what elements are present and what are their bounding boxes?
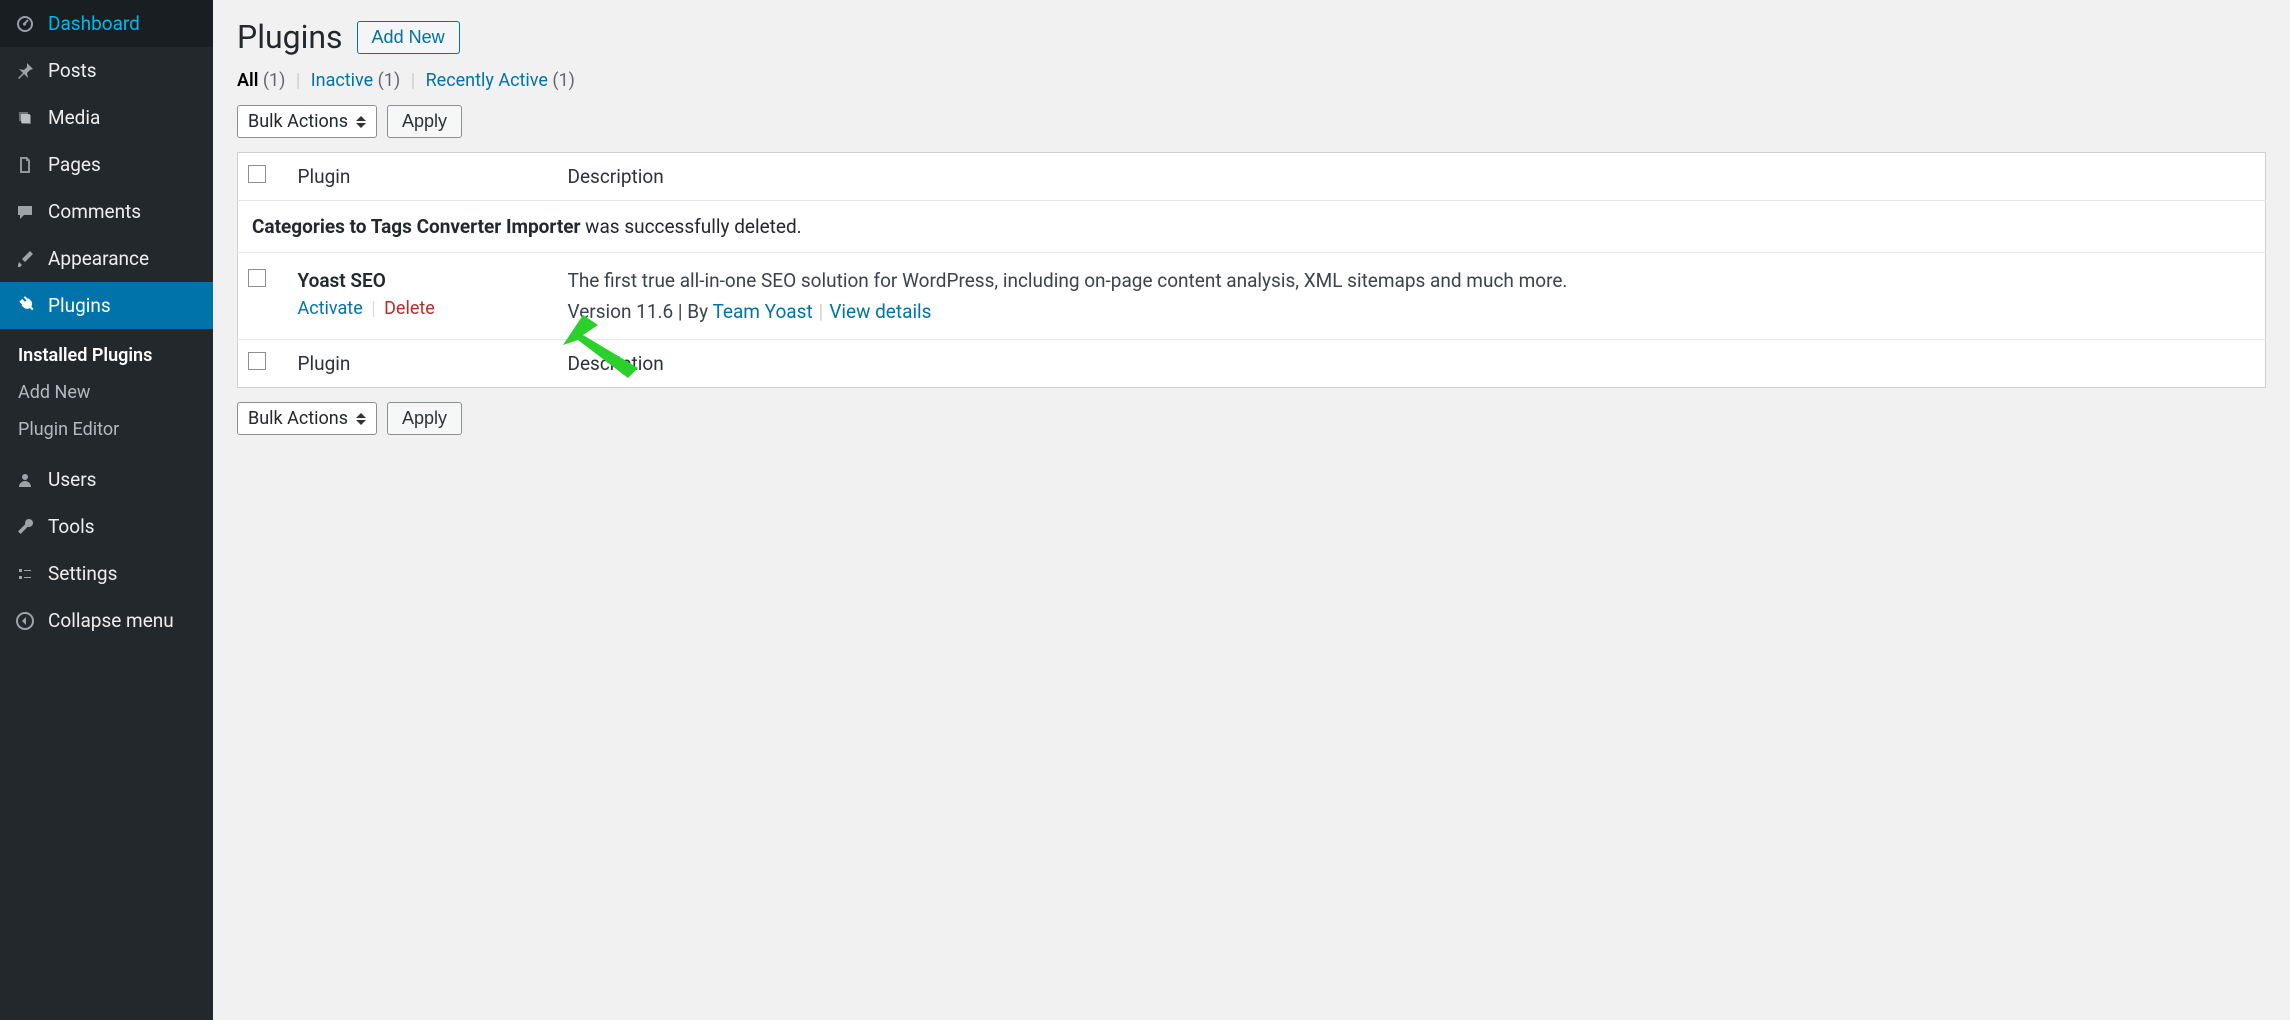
sidebar-item-dashboard[interactable]: Dashboard <box>0 0 213 47</box>
bulk-actions-label: Bulk Actions <box>248 111 348 132</box>
submenu-plugin-editor[interactable]: Plugin Editor <box>0 411 213 448</box>
sidebar-item-label: Dashboard <box>48 12 140 35</box>
filter-all-count: (1) <box>263 70 286 91</box>
plugin-icon <box>14 295 36 317</box>
select-all-checkbox-bottom[interactable] <box>248 352 266 370</box>
sidebar-item-label: Plugins <box>48 294 111 317</box>
sidebar-item-appearance[interactable]: Appearance <box>0 235 213 282</box>
plugin-row: Yoast SEO Activate | Delete The first tr… <box>238 253 2266 340</box>
sidebar-submenu-plugins: Installed Plugins Add New Plugin Editor <box>0 329 213 456</box>
sidebar-item-label: Media <box>48 106 100 129</box>
submenu-add-new[interactable]: Add New <box>0 374 213 411</box>
filter-inactive[interactable]: Inactive <box>311 70 373 91</box>
filter-recently-active[interactable]: Recently Active <box>426 70 548 91</box>
page-heading: Plugins Add New <box>237 18 2266 56</box>
add-new-button[interactable]: Add New <box>357 21 460 54</box>
select-caret-icon <box>356 116 366 128</box>
column-plugin-header: Plugin <box>288 153 558 201</box>
comments-icon <box>14 201 36 223</box>
sidebar-item-label: Comments <box>48 200 141 223</box>
sidebar-item-label: Appearance <box>48 247 149 270</box>
view-details-link[interactable]: View details <box>829 300 931 323</box>
submenu-installed-plugins[interactable]: Installed Plugins <box>0 337 213 374</box>
apply-button-bottom[interactable]: Apply <box>387 402 462 435</box>
sidebar-item-label: Posts <box>48 59 97 82</box>
pages-icon <box>14 154 36 176</box>
sidebar-item-label: Users <box>48 468 96 491</box>
notice-text: was successfully deleted. <box>580 215 801 238</box>
sidebar-item-media[interactable]: Media <box>0 94 213 141</box>
sidebar-item-collapse[interactable]: Collapse menu <box>0 597 213 644</box>
sidebar-item-label: Tools <box>48 515 95 538</box>
plugins-table: Plugin Description Categories to Tags Co… <box>237 152 2266 388</box>
bulk-actions-select-bottom[interactable]: Bulk Actions <box>237 402 377 435</box>
collapse-icon <box>14 610 36 632</box>
select-caret-icon <box>356 413 366 425</box>
deletion-notice-row: Categories to Tags Converter Importer wa… <box>238 201 2266 253</box>
column-description-header: Description <box>558 153 2266 201</box>
pin-icon <box>14 60 36 82</box>
sidebar-item-posts[interactable]: Posts <box>0 47 213 94</box>
dashboard-icon <box>14 13 36 35</box>
settings-icon <box>14 563 36 585</box>
sidebar-item-users[interactable]: Users <box>0 456 213 503</box>
sidebar-item-settings[interactable]: Settings <box>0 550 213 597</box>
brush-icon <box>14 248 36 270</box>
plugin-name: Yoast SEO <box>298 269 548 292</box>
notice-plugin-name: Categories to Tags Converter Importer <box>252 215 580 238</box>
sidebar-item-label: Pages <box>48 153 101 176</box>
plugin-checkbox[interactable] <box>248 269 266 287</box>
apply-button[interactable]: Apply <box>387 105 462 138</box>
delete-link[interactable]: Delete <box>384 298 435 319</box>
bulk-action-bar-bottom: Bulk Actions Apply <box>237 402 2266 435</box>
sidebar-item-tools[interactable]: Tools <box>0 503 213 550</box>
plugin-row-actions: Activate | Delete <box>298 298 548 319</box>
filter-all[interactable]: All <box>237 70 258 91</box>
users-icon <box>14 469 36 491</box>
filter-recent-count: (1) <box>552 70 575 91</box>
column-description-footer: Description <box>558 340 2266 388</box>
page-title: Plugins <box>237 18 343 56</box>
media-icon <box>14 107 36 129</box>
plugin-description: The first true all-in-one SEO solution f… <box>568 269 2256 292</box>
filter-inactive-count: (1) <box>378 70 401 91</box>
plugin-meta: Version 11.6 | By Team Yoast|View detail… <box>568 300 2256 323</box>
sidebar-item-label: Settings <box>48 562 117 585</box>
admin-sidebar: Dashboard Posts Media Pages Comments App… <box>0 0 213 1020</box>
main-content: Plugins Add New All (1) | Inactive (1) |… <box>213 0 2290 1020</box>
sidebar-item-plugins[interactable]: Plugins <box>0 282 213 329</box>
plugin-version-by: Version 11.6 | By <box>568 300 713 323</box>
bulk-actions-label: Bulk Actions <box>248 408 348 429</box>
wrench-icon <box>14 516 36 538</box>
bulk-actions-select[interactable]: Bulk Actions <box>237 105 377 138</box>
column-plugin-footer: Plugin <box>288 340 558 388</box>
sidebar-item-label: Collapse menu <box>48 609 174 632</box>
activate-link[interactable]: Activate <box>298 298 363 319</box>
bulk-action-bar-top: Bulk Actions Apply <box>237 105 2266 138</box>
select-all-checkbox-top[interactable] <box>248 165 266 183</box>
sidebar-item-comments[interactable]: Comments <box>0 188 213 235</box>
plugin-status-filters: All (1) | Inactive (1) | Recently Active… <box>237 70 2266 91</box>
sidebar-item-pages[interactable]: Pages <box>0 141 213 188</box>
plugin-author-link[interactable]: Team Yoast <box>712 300 812 323</box>
